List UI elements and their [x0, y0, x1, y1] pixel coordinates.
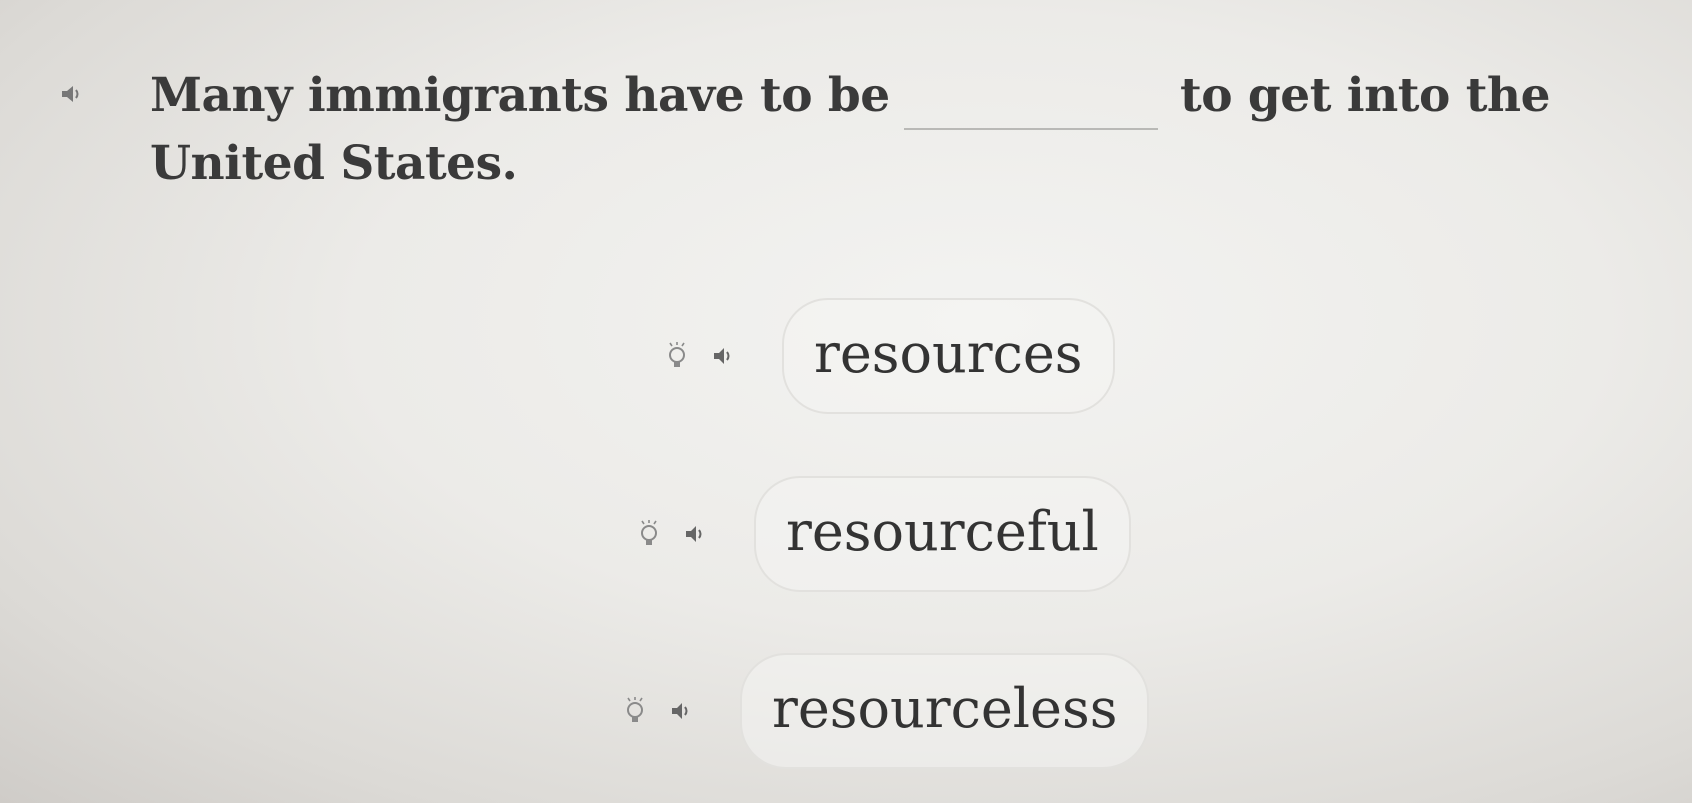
- question-audio-button[interactable]: [58, 79, 88, 109]
- question-text-before: Many immigrants have to be: [150, 68, 890, 123]
- lightbulb-icon[interactable]: [622, 694, 648, 728]
- speaker-icon[interactable]: [666, 696, 700, 726]
- choice-resourceful[interactable]: resourceful: [754, 476, 1131, 592]
- answer-blank[interactable]: [903, 90, 1158, 130]
- lightbulb-icon[interactable]: [636, 517, 662, 551]
- question-prompt: Many immigrants have to be to get into t…: [150, 62, 1551, 198]
- speaker-icon[interactable]: [680, 519, 714, 549]
- lightbulb-icon[interactable]: [664, 339, 690, 373]
- speaker-icon: [62, 86, 79, 102]
- answer-option: resourceful: [636, 476, 1131, 592]
- question-text-after: to get into the: [1180, 68, 1551, 123]
- choice-resources[interactable]: resources: [782, 298, 1115, 414]
- question-line-1: Many immigrants have to be to get into t…: [150, 62, 1551, 130]
- question-line-2: United States.: [150, 136, 518, 191]
- exercise-screen: Many immigrants have to be to get into t…: [0, 0, 1692, 803]
- answer-option: resources: [664, 298, 1115, 414]
- answer-option: resourceless: [622, 653, 1150, 769]
- choice-resourceless[interactable]: resourceless: [740, 653, 1150, 769]
- speaker-icon[interactable]: [708, 341, 742, 371]
